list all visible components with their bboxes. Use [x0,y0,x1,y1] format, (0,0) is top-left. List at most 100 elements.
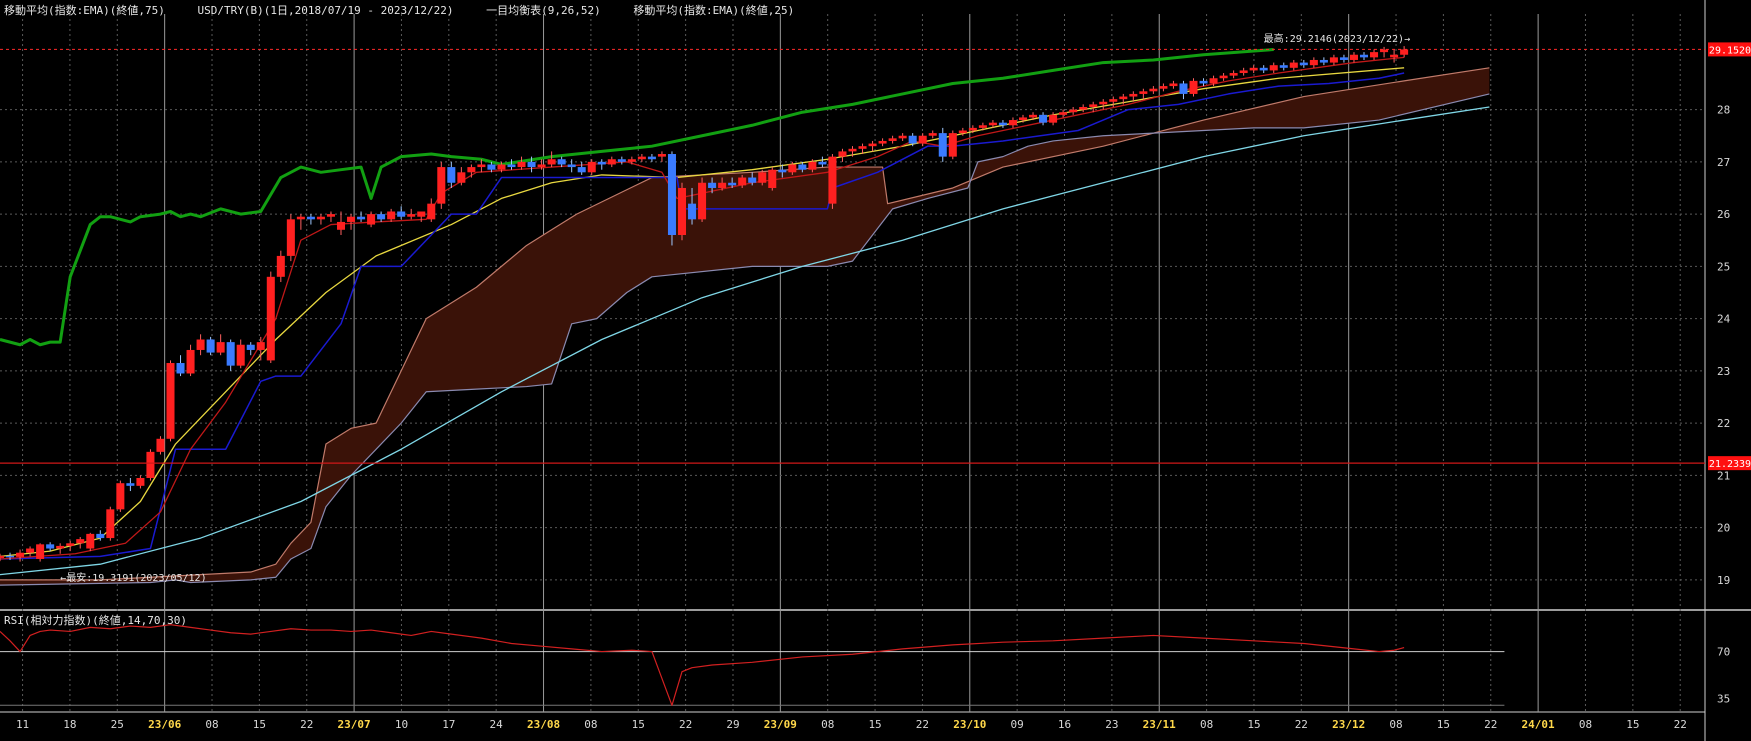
candle-body [708,182,717,188]
x-tick-label: 08 [205,718,218,731]
y-tick-label: 21 [1717,469,1730,482]
candle-body [36,544,45,559]
candle-body [146,451,155,478]
candle-body [357,216,366,220]
x-tick-label: 15 [1247,718,1260,731]
candle-body [1159,86,1168,89]
candle-body [617,159,626,162]
candle-body [537,164,546,168]
candle-body [236,344,245,366]
candle-body [1129,93,1138,97]
candle-body [1199,80,1208,84]
candle-body [76,539,85,544]
candle-body [1179,83,1188,94]
x-tick-label: 29 [726,718,739,731]
candle-body [1049,114,1058,123]
candle-body [136,477,145,486]
y-tick-label: 22 [1717,417,1730,430]
candle-body [1039,114,1048,123]
candle-body [186,349,195,374]
candle-body [46,544,55,549]
candle-body [918,135,927,144]
x-tick-label: 22 [916,718,929,731]
candle-body [1219,75,1228,79]
y-tick-label: 28 [1717,104,1730,117]
x-tick-label: 15 [868,718,881,731]
candle-body [176,363,185,374]
candle-body [286,219,295,256]
candle-body [56,545,65,549]
candle-body [808,161,817,170]
candle-body [948,133,957,157]
high-annotation: 最高:29.2146(2023/12/22)→ [1264,32,1410,45]
low-annotation: ←最安:19.3191(2023/05/12) [60,571,206,584]
x-tick-label: 16 [1058,718,1071,731]
x-tick-label: 15 [632,718,645,731]
candle-body [296,216,305,220]
candle-body [718,182,727,188]
candle-body [447,167,456,183]
candle-body [1279,65,1288,68]
candle-body [547,159,556,165]
candle-body [1089,104,1098,107]
candle-body [998,122,1007,126]
x-tick-label: 23/10 [953,718,986,731]
candle-body [156,438,165,452]
x-tick-label: 08 [1579,718,1592,731]
candle-body [788,164,797,173]
candle-body [958,130,967,134]
x-tick-label: 17 [442,718,455,731]
candle-body [527,161,536,168]
x-tick-label: 11 [16,718,29,731]
x-tick-label: 22 [1295,718,1308,731]
candle-body [838,151,847,157]
candle-body [1299,62,1308,66]
candle-body [728,182,737,186]
y-tick-label: 24 [1717,313,1731,326]
candle-body [968,127,977,131]
x-tick-label: 08 [1200,718,1213,731]
candle-body [848,148,857,152]
candle-body [1269,65,1278,71]
candle-body [126,483,135,486]
candle-body [637,156,646,160]
candle-body [196,339,205,350]
x-tick-label: 24 [490,718,504,731]
level-price-tag: 21.2339 [1709,459,1751,470]
candle-body [758,172,767,183]
candle-body [858,146,867,149]
usd-try-chart[interactable]: 最高:29.2146(2023/12/22)→ ←最安:19.3191(2023/… [0,0,1751,741]
candle-body [1239,70,1248,74]
candle-body [908,135,917,144]
candle-body [507,164,516,168]
y-tick-label: 20 [1717,522,1730,535]
candle-body [517,161,526,168]
candle-body [818,161,827,165]
candle-body [6,555,15,558]
x-tick-label: 23/08 [527,718,560,731]
candle-body [577,167,586,173]
x-tick-label: 15 [253,718,266,731]
rsi-tick-label: 70 [1717,646,1730,659]
candle-body [116,483,125,510]
x-tick-label: 10 [395,718,408,731]
candle-body [1109,99,1118,102]
candle-body [1008,120,1017,126]
candle-body [1289,62,1298,68]
candle-body [216,342,225,353]
candle-body [1359,54,1369,58]
candle-body [677,187,687,236]
y-tick-label: 23 [1717,365,1730,378]
candle-body [1249,67,1258,71]
candle-body [988,122,997,126]
y-tick-label: 25 [1717,260,1730,273]
candle-body [66,543,75,546]
candle-body [1349,54,1358,60]
candle-body [0,555,5,558]
candle-body [828,156,837,204]
candle-body [698,182,707,220]
x-tick-label: 23 [1105,718,1118,731]
current-price-tag: 29.1520 [1709,45,1751,56]
y-tick-label: 27 [1717,156,1730,169]
x-tick-label: 24/01 [1522,718,1555,731]
